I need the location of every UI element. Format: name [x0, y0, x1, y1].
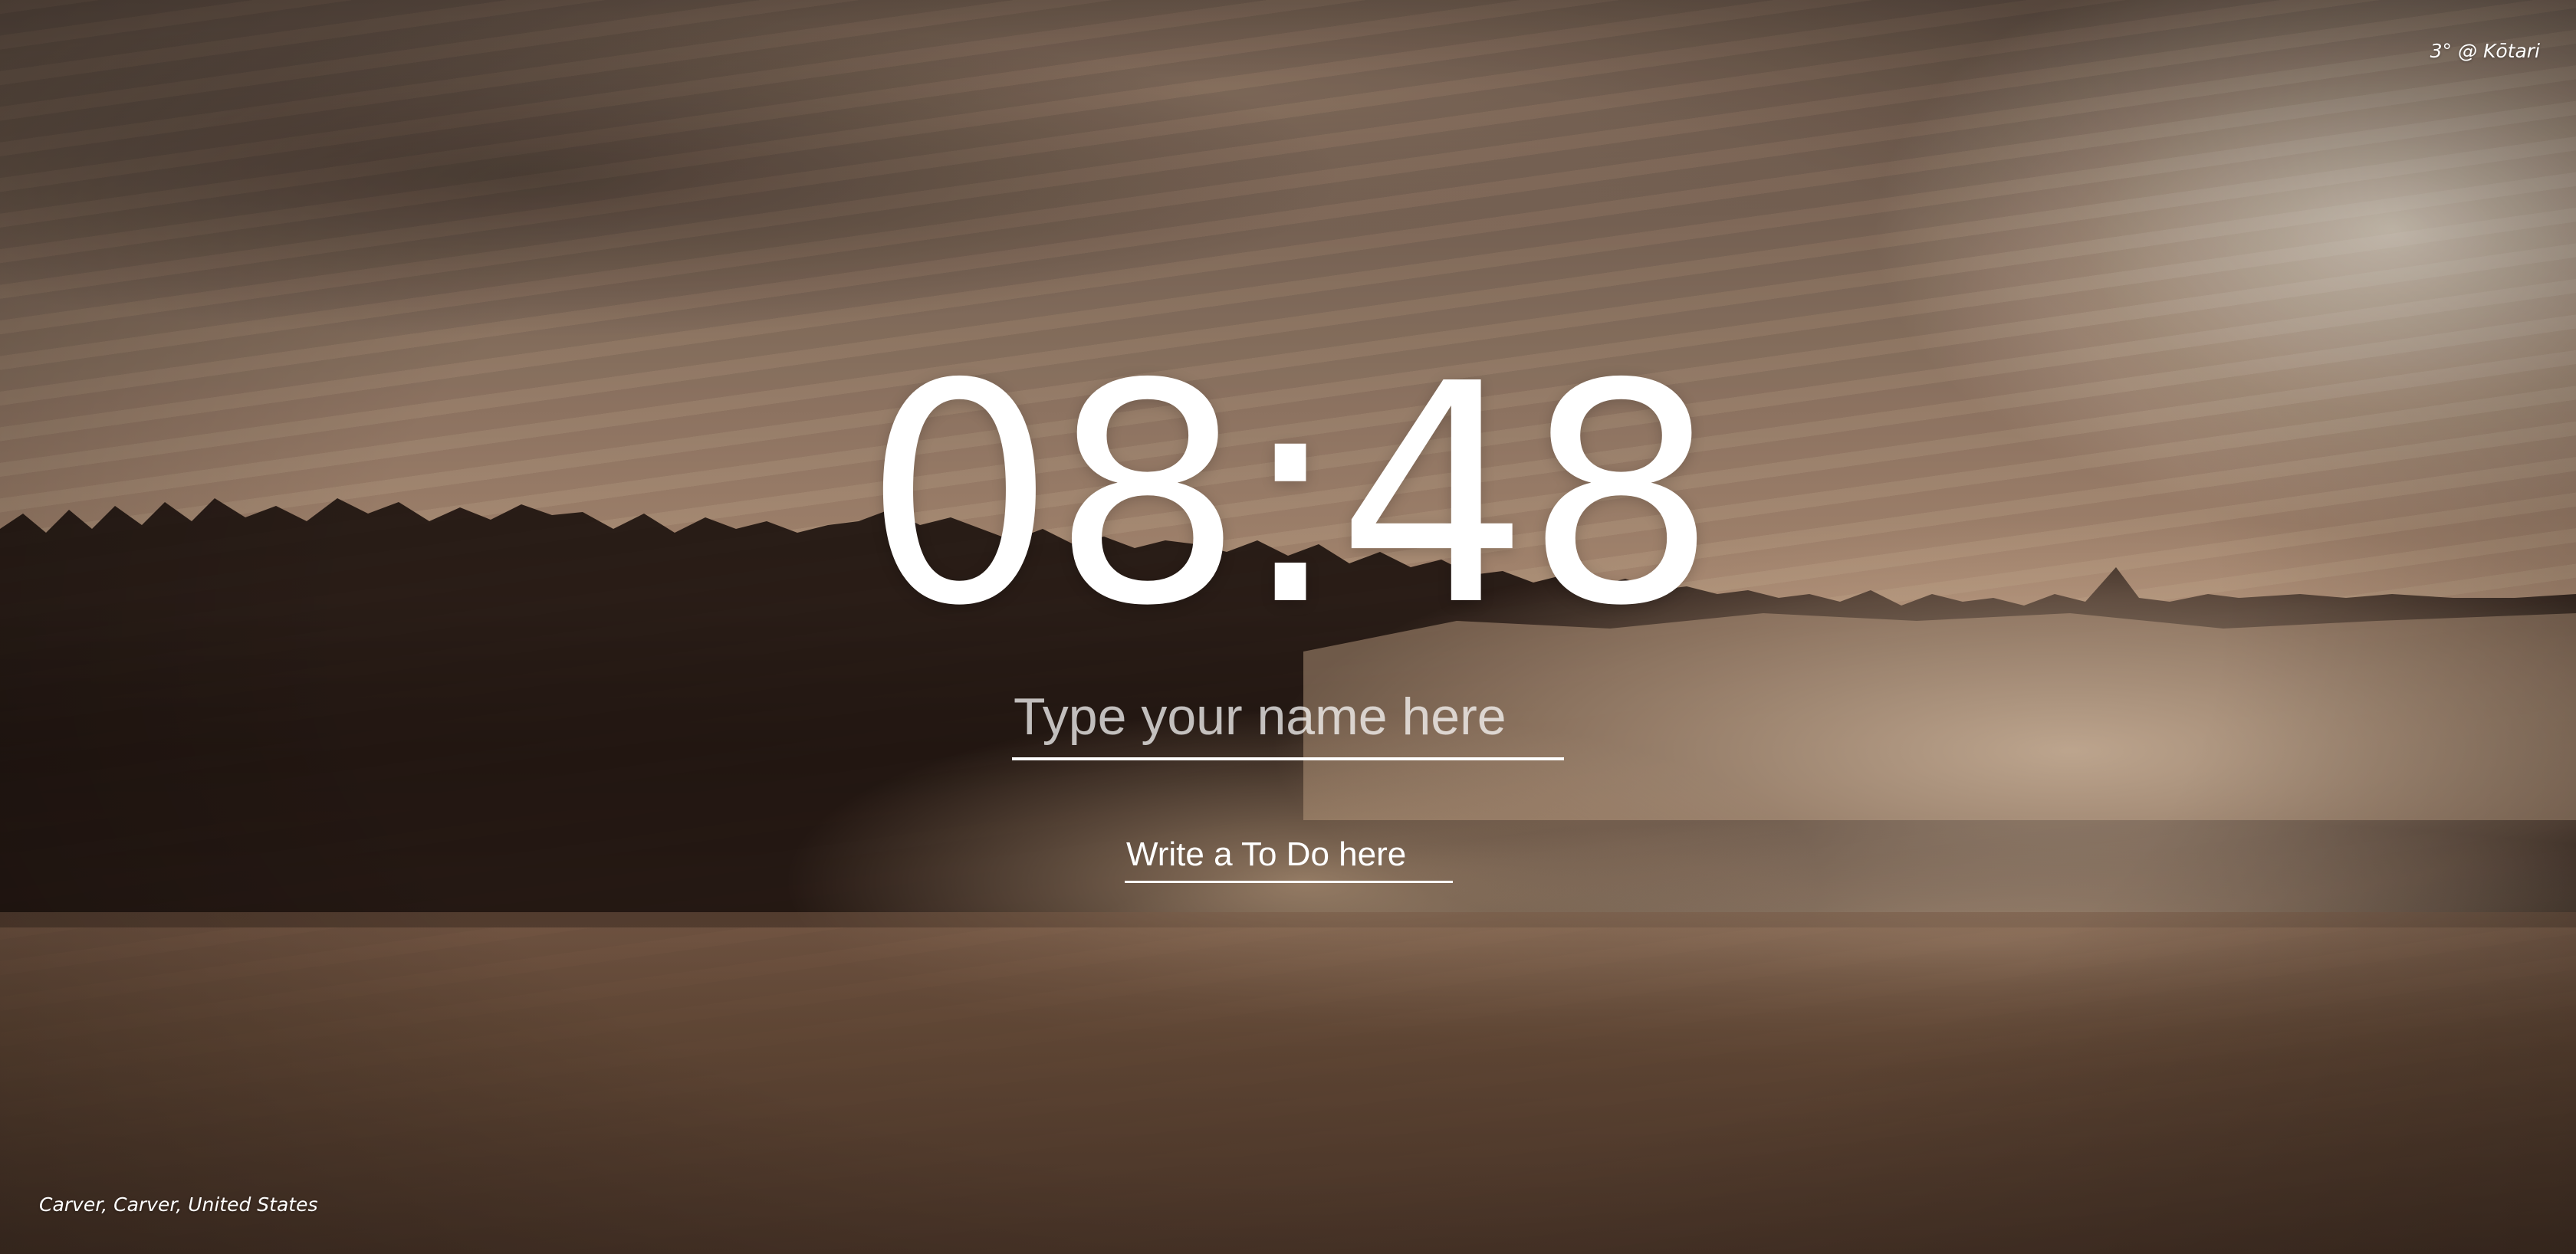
- new-tab-page: 3° @ Kōtari 08:48 Carver, Carver, United…: [0, 0, 2576, 1254]
- clock-time: 08:48: [863, 320, 1717, 672]
- todo-input[interactable]: [1125, 832, 1453, 883]
- name-input[interactable]: [1012, 684, 1564, 760]
- weather-widget: 3° @ Kōtari: [2430, 40, 2540, 62]
- photo-location: Carver, Carver, United States: [39, 1193, 318, 1216]
